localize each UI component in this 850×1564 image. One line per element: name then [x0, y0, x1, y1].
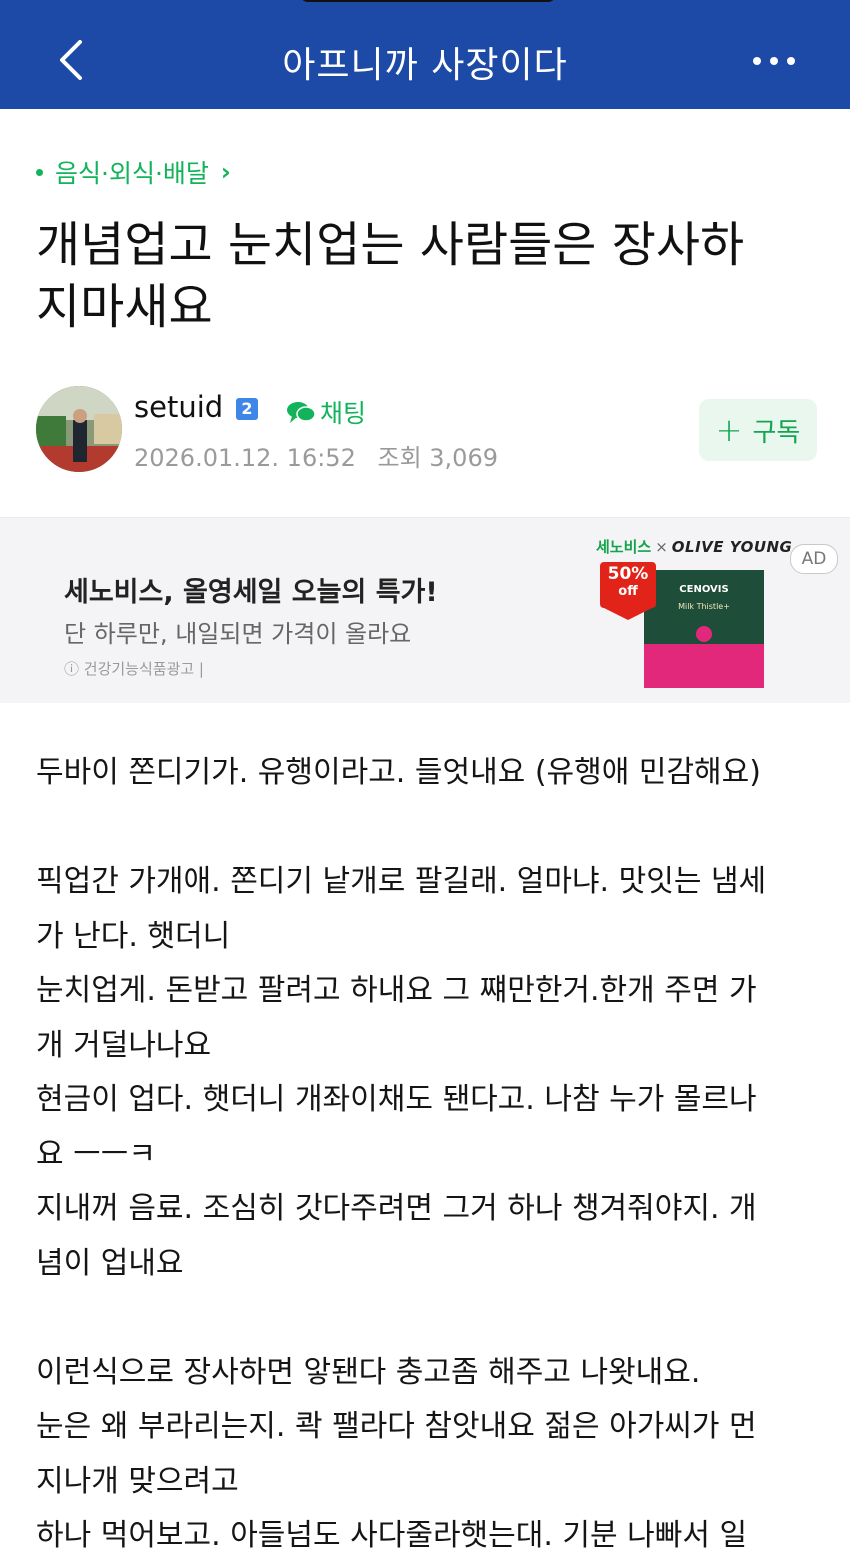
author-name[interactable]: setuid — [134, 390, 223, 424]
chat-label: 채팅 — [320, 399, 367, 428]
product-emblem — [696, 626, 712, 642]
body-line: 눈은 왜 부라리는지. 콱 팰라다 참앗내요 젊은 아가씨가 먼 — [36, 1409, 757, 1444]
plus-icon: + — [715, 411, 743, 449]
sale-arrow-shape — [600, 606, 656, 620]
category-link[interactable]: 음식·외식·배달 › — [36, 154, 231, 190]
product-name: Milk Thistle+ — [678, 602, 730, 611]
cafe-title: 아프니까 사장이다 — [282, 45, 568, 86]
sale-badge: 50% off — [600, 562, 656, 608]
sale-off: off — [618, 584, 638, 599]
ad-headline: 세노비스, 올영세일 오늘의 특가! — [64, 577, 438, 608]
body-line: 픽업간 가개애. 쫀디기 낱개로 팔길래. 얼마냐. 맛잇는 냄세 — [36, 864, 767, 899]
more-options-button[interactable] — [750, 46, 800, 76]
author-avatar[interactable] — [36, 386, 122, 472]
subscribe-label: 구독 — [752, 417, 801, 448]
body-line: 현금이 업다. 햇더니 개좌이채도 됀다고. 나참 누가 몰르나 — [36, 1082, 757, 1117]
category-label: 음식·외식·배달 — [55, 159, 209, 188]
product-brand: CENOVIS — [679, 584, 729, 595]
ad-subtext: 단 하루만, 내일되면 가격이 올라요 — [64, 620, 412, 648]
product-image: CENOVIS Milk Thistle+ — [644, 570, 764, 688]
product-label-band — [644, 644, 764, 688]
device-notch — [300, 0, 556, 2]
body-line: 가 난다. 햇더니 — [36, 918, 231, 954]
top-app-bar: 아프니까 사장이다 — [0, 0, 850, 109]
ad-brand-line: 세노비스 × OLIVE YOUNG — [596, 538, 793, 556]
ad-brand-logo: 세노비스 — [596, 538, 652, 556]
body-line: 이런식으로 장사하면 앟됀다 충고좀 해주고 나왓내요. — [36, 1354, 701, 1390]
post-meta: 2026.01.12. 16:52 조회 3,069 — [134, 438, 498, 473]
chat-button[interactable]: 채팅 — [286, 394, 366, 430]
bullet-dot — [36, 168, 43, 176]
body-line: 두바이 쫀디기가. 유행이라고. 들엇내요 (유행애 민감해요) — [36, 755, 761, 790]
body-line: 개 거덜나나요 — [36, 1027, 212, 1063]
body-line: 요 ㅡㅡㅋ — [36, 1136, 156, 1172]
post-date: 2026.01.12. 16:52 — [134, 444, 356, 472]
avatar-photo — [36, 386, 122, 472]
post-title-line: 개념업고 눈치업는 사람들은 장사하 — [36, 217, 745, 273]
post-title: 개념업고 눈치업는 사람들은 장사하 지마새요 — [36, 214, 796, 338]
chevron-right-icon: › — [220, 158, 231, 186]
ad-partner-logo: OLIVE YOUNG — [671, 538, 793, 556]
body-line: 지내꺼 음료. 조심히 갓다주려면 그거 하나 챙겨줘야지. 개 — [36, 1191, 757, 1226]
view-count: 조회 3,069 — [377, 444, 498, 472]
post-title-line: 지마새요 — [36, 279, 213, 335]
ad-badge[interactable]: AD — [790, 544, 838, 574]
chat-bubble-icon — [287, 402, 316, 423]
post-body: 두바이 쫀디기가. 유행이라고. 들엇내요 (유행애 민감해요) 픽업간 가개애.… — [36, 746, 826, 1564]
ad-disclaimer: ⓘ 건강기능식품광고 | — [64, 660, 204, 678]
subscribe-button[interactable]: + 구독 — [699, 399, 817, 461]
level-badge: 2 — [236, 398, 258, 420]
ad-banner[interactable]: 세노비스 × OLIVE YOUNG AD 세노비스, 올영세일 오늘의 특가! 단… — [0, 517, 850, 703]
body-line: 눈치업게. 돈받고 팔려고 하내요 그 쨰만한거.한개 주면 가 — [36, 973, 757, 1008]
sale-percent: 50% — [607, 564, 649, 584]
more-horizontal-icon — [753, 57, 795, 65]
body-line: 하나 먹어보고. 아들넘도 사다줄라햇는대. 기분 나빠서 일 — [36, 1518, 748, 1553]
body-line: 념이 업내요 — [36, 1245, 184, 1281]
body-line: 지나개 맞으려고 — [36, 1463, 239, 1499]
